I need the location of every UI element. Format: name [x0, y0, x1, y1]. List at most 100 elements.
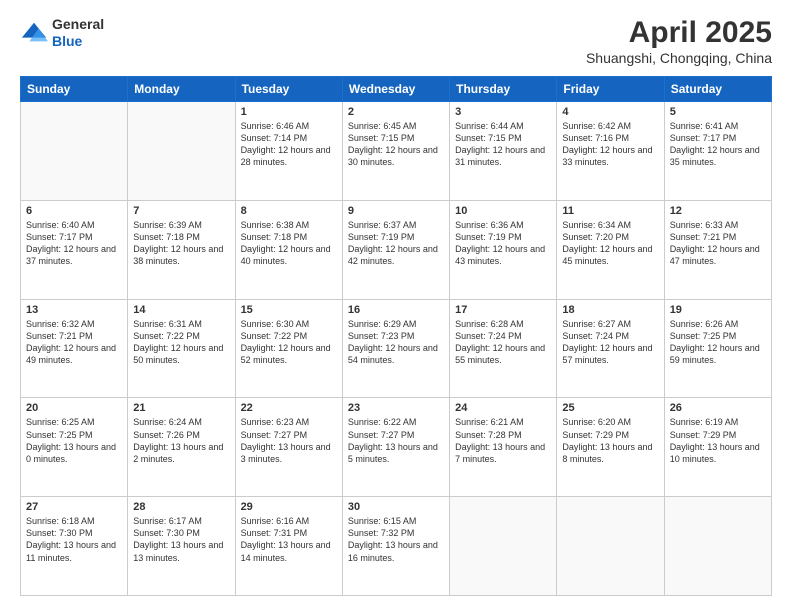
table-row: 29Sunrise: 6:16 AM Sunset: 7:31 PM Dayli… [235, 497, 342, 596]
table-row [450, 497, 557, 596]
day-number: 6 [26, 205, 122, 217]
table-row: 17 Sunrise: 6:28 AM Sunset: 7:24 PM Dayli… [450, 299, 557, 398]
col-saturday: Saturday [664, 77, 771, 102]
day-number: 8 [241, 205, 337, 217]
day-number: 9 [348, 205, 444, 217]
day-number: 18 [562, 304, 658, 316]
calendar-title: April 2025 [586, 16, 772, 50]
table-row: 2Sunrise: 6:45 AM Sunset: 7:15 PM Daylig… [342, 102, 449, 201]
day-info: Sunrise: 6:31 AM Sunset: 7:22 PM Dayligh… [133, 318, 229, 367]
day-info: Sunrise: 6:41 AM Sunset: 7:17 PM Dayligh… [670, 120, 766, 169]
day-info: Sunrise: 6:17 AM Sunset: 7:30 PM Dayligh… [133, 515, 229, 564]
day-number: 14 [133, 304, 229, 316]
calendar-header-row: Sunday Monday Tuesday Wednesday Thursday… [21, 77, 772, 102]
day-info: Sunrise: 6:27 AM Sunset: 7:24 PM Dayligh… [562, 318, 658, 367]
calendar-body: 1Sunrise: 6:46 AM Sunset: 7:14 PM Daylig… [21, 102, 772, 596]
day-info: Sunrise: 6:20 AM Sunset: 7:29 PM Dayligh… [562, 416, 658, 465]
day-info: Sunrise: 6:21 AM Sunset: 7:28 PM Dayligh… [455, 416, 551, 465]
day-info: Sunrise: 6:34 AM Sunset: 7:20 PM Dayligh… [562, 219, 658, 268]
day-info: Sunrise: 6:44 AM Sunset: 7:15 PM Dayligh… [455, 120, 551, 169]
table-row: 3 Sunrise: 6:44 AM Sunset: 7:15 PM Daylig… [450, 102, 557, 201]
day-info: Sunrise: 6:29 AM Sunset: 7:23 PM Dayligh… [348, 318, 444, 367]
day-number: 23 [348, 402, 444, 414]
table-row: 5Sunrise: 6:41 AM Sunset: 7:17 PM Daylig… [664, 102, 771, 201]
day-info: Sunrise: 6:40 AM Sunset: 7:17 PM Dayligh… [26, 219, 122, 268]
day-info: Sunrise: 6:22 AM Sunset: 7:27 PM Dayligh… [348, 416, 444, 465]
day-info: Sunrise: 6:25 AM Sunset: 7:25 PM Dayligh… [26, 416, 122, 465]
day-number: 10 [455, 205, 551, 217]
day-info: Sunrise: 6:37 AM Sunset: 7:19 PM Dayligh… [348, 219, 444, 268]
day-info: Sunrise: 6:38 AM Sunset: 7:18 PM Dayligh… [241, 219, 337, 268]
col-wednesday: Wednesday [342, 77, 449, 102]
day-number: 26 [670, 402, 766, 414]
day-number: 4 [562, 106, 658, 118]
calendar-week-row: 13 Sunrise: 6:32 AM Sunset: 7:21 PM Dayli… [21, 299, 772, 398]
logo-text: General Blue [52, 16, 104, 50]
day-info: Sunrise: 6:46 AM Sunset: 7:14 PM Dayligh… [241, 120, 337, 169]
day-number: 28 [133, 501, 229, 513]
table-row: 4 Sunrise: 6:42 AM Sunset: 7:16 PM Daylig… [557, 102, 664, 201]
table-row: 15 Sunrise: 6:30 AM Sunset: 7:22 PM Dayli… [235, 299, 342, 398]
col-tuesday: Tuesday [235, 77, 342, 102]
table-row: 26 Sunrise: 6:19 AM Sunset: 7:29 PM Dayli… [664, 398, 771, 497]
calendar-subtitle: Shuangshi, Chongqing, China [586, 50, 772, 66]
day-info: Sunrise: 6:26 AM Sunset: 7:25 PM Dayligh… [670, 318, 766, 367]
table-row: 21Sunrise: 6:24 AM Sunset: 7:26 PM Dayli… [128, 398, 235, 497]
table-row: 13 Sunrise: 6:32 AM Sunset: 7:21 PM Dayli… [21, 299, 128, 398]
day-number: 27 [26, 501, 122, 513]
day-number: 3 [455, 106, 551, 118]
logo-blue: Blue [52, 33, 82, 49]
table-row: 18 Sunrise: 6:27 AM Sunset: 7:24 PM Dayli… [557, 299, 664, 398]
table-row: 27Sunrise: 6:18 AM Sunset: 7:30 PM Dayli… [21, 497, 128, 596]
table-row: 10 Sunrise: 6:36 AM Sunset: 7:19 PM Dayli… [450, 200, 557, 299]
day-number: 7 [133, 205, 229, 217]
day-number: 24 [455, 402, 551, 414]
calendar-week-row: 27Sunrise: 6:18 AM Sunset: 7:30 PM Dayli… [21, 497, 772, 596]
day-number: 17 [455, 304, 551, 316]
table-row: 12Sunrise: 6:33 AM Sunset: 7:21 PM Dayli… [664, 200, 771, 299]
table-row: 20 Sunrise: 6:25 AM Sunset: 7:25 PM Dayli… [21, 398, 128, 497]
calendar-week-row: 6 Sunrise: 6:40 AM Sunset: 7:17 PM Daylig… [21, 200, 772, 299]
header: General Blue April 2025 Shuangshi, Chong… [20, 16, 772, 66]
logo: General Blue [20, 16, 104, 50]
day-number: 13 [26, 304, 122, 316]
calendar-table: Sunday Monday Tuesday Wednesday Thursday… [20, 76, 772, 596]
day-info: Sunrise: 6:32 AM Sunset: 7:21 PM Dayligh… [26, 318, 122, 367]
day-number: 22 [241, 402, 337, 414]
table-row: 19 Sunrise: 6:26 AM Sunset: 7:25 PM Dayli… [664, 299, 771, 398]
table-row: 22Sunrise: 6:23 AM Sunset: 7:27 PM Dayli… [235, 398, 342, 497]
table-row [557, 497, 664, 596]
day-number: 16 [348, 304, 444, 316]
col-thursday: Thursday [450, 77, 557, 102]
day-info: Sunrise: 6:28 AM Sunset: 7:24 PM Dayligh… [455, 318, 551, 367]
day-info: Sunrise: 6:30 AM Sunset: 7:22 PM Dayligh… [241, 318, 337, 367]
day-info: Sunrise: 6:19 AM Sunset: 7:29 PM Dayligh… [670, 416, 766, 465]
table-row [21, 102, 128, 201]
calendar-week-row: 1Sunrise: 6:46 AM Sunset: 7:14 PM Daylig… [21, 102, 772, 201]
table-row: 6 Sunrise: 6:40 AM Sunset: 7:17 PM Daylig… [21, 200, 128, 299]
col-sunday: Sunday [21, 77, 128, 102]
day-info: Sunrise: 6:45 AM Sunset: 7:15 PM Dayligh… [348, 120, 444, 169]
table-row: 24 Sunrise: 6:21 AM Sunset: 7:28 PM Dayli… [450, 398, 557, 497]
table-row [664, 497, 771, 596]
day-info: Sunrise: 6:36 AM Sunset: 7:19 PM Dayligh… [455, 219, 551, 268]
table-row: 9 Sunrise: 6:37 AM Sunset: 7:19 PM Daylig… [342, 200, 449, 299]
title-block: April 2025 Shuangshi, Chongqing, China [586, 16, 772, 66]
day-number: 15 [241, 304, 337, 316]
table-row: 14 Sunrise: 6:31 AM Sunset: 7:22 PM Dayli… [128, 299, 235, 398]
day-info: Sunrise: 6:39 AM Sunset: 7:18 PM Dayligh… [133, 219, 229, 268]
day-number: 20 [26, 402, 122, 414]
day-number: 12 [670, 205, 766, 217]
table-row: 8 Sunrise: 6:38 AM Sunset: 7:18 PM Daylig… [235, 200, 342, 299]
day-info: Sunrise: 6:42 AM Sunset: 7:16 PM Dayligh… [562, 120, 658, 169]
day-number: 25 [562, 402, 658, 414]
day-number: 19 [670, 304, 766, 316]
table-row: 16 Sunrise: 6:29 AM Sunset: 7:23 PM Dayli… [342, 299, 449, 398]
day-info: Sunrise: 6:15 AM Sunset: 7:32 PM Dayligh… [348, 515, 444, 564]
col-monday: Monday [128, 77, 235, 102]
table-row: 28 Sunrise: 6:17 AM Sunset: 7:30 PM Dayli… [128, 497, 235, 596]
calendar-week-row: 20 Sunrise: 6:25 AM Sunset: 7:25 PM Dayli… [21, 398, 772, 497]
day-number: 29 [241, 501, 337, 513]
col-friday: Friday [557, 77, 664, 102]
page: General Blue April 2025 Shuangshi, Chong… [0, 0, 792, 612]
